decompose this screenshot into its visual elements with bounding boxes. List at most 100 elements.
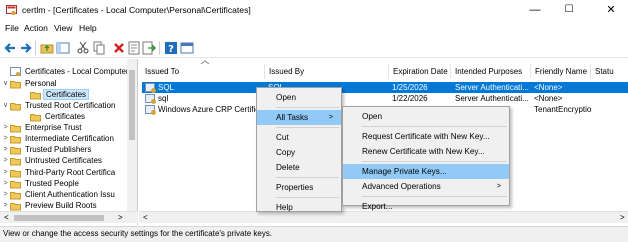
ctx-all-tasks-label: All Tasks	[276, 113, 309, 122]
toolbar-separator	[35, 41, 36, 55]
tree-item[interactable]: > Untrusted Certificates	[2, 155, 125, 166]
tree-item[interactable]: Certificates	[22, 89, 125, 100]
ctx-open[interactable]: Open	[257, 90, 341, 105]
tree-item-label: Untrusted Certificates	[25, 156, 102, 165]
tree-item[interactable]: ∨ Trusted Root Certification	[2, 100, 125, 111]
tree-item[interactable]: Certificates	[22, 111, 125, 122]
cell-issued-to: SQL	[158, 82, 175, 93]
console-icon[interactable]	[180, 41, 194, 55]
forward-icon[interactable]	[19, 41, 33, 55]
menu-help[interactable]: Help	[79, 23, 97, 33]
all-tasks-submenu: Open Request Certificate with New Key...…	[342, 106, 510, 211]
certificate-icon	[145, 94, 156, 104]
submenu-arrow-icon: >	[496, 183, 501, 190]
ctx-delete[interactable]: Delete	[257, 160, 341, 175]
sub-manage-private-keys[interactable]: Manage Private Keys...	[343, 164, 509, 179]
menu-file[interactable]: File	[5, 23, 19, 33]
menu-action[interactable]: Action	[24, 23, 48, 33]
sub-separator	[362, 126, 507, 127]
status-text: View or change the access security setti…	[3, 229, 273, 238]
tree-item[interactable]: > Trusted People	[2, 178, 125, 189]
ctx-cut[interactable]: Cut	[257, 130, 341, 145]
toolbar-separator	[159, 41, 160, 55]
scroll-right-arrow[interactable]: >	[118, 213, 123, 222]
ctx-all-tasks[interactable]: All Tasks >	[257, 110, 341, 125]
submenu-arrow-icon: >	[328, 114, 333, 121]
close-button[interactable]: ✕	[594, 0, 628, 21]
sub-open[interactable]: Open	[343, 109, 509, 124]
tree-item-label: Certificates	[43, 89, 90, 100]
tree-item[interactable]: > Intermediate Certification	[2, 133, 125, 144]
svg-text:?: ?	[168, 44, 174, 55]
properties-icon[interactable]	[127, 41, 141, 55]
help-icon[interactable]: ?	[164, 41, 178, 55]
scroll-left-arrow[interactable]: <	[4, 213, 9, 222]
cell-expiration-date: 1/22/2026	[392, 94, 428, 103]
tree-item[interactable]: > Preview Build Roots	[2, 200, 125, 211]
sub-advanced-operations[interactable]: Advanced Operations >	[343, 179, 509, 194]
export-icon[interactable]	[142, 41, 156, 55]
ctx-help[interactable]: Help	[257, 200, 341, 215]
tree-item-label: Client Authentication Issu	[25, 190, 115, 199]
column-friendly-name[interactable]: Friendly Name	[531, 64, 591, 79]
collapse-arrow-icon[interactable]: >	[2, 167, 9, 178]
show-hide-tree-icon[interactable]	[56, 41, 70, 55]
collapse-arrow-icon[interactable]: >	[2, 178, 9, 189]
scroll-right-arrow[interactable]: >	[620, 213, 625, 222]
expand-arrow-icon[interactable]: ∨	[2, 78, 9, 89]
copy-icon[interactable]	[92, 41, 106, 55]
collapse-arrow-icon[interactable]: >	[2, 133, 9, 144]
delete-icon[interactable]	[112, 41, 126, 55]
cell-issued-to: sql	[158, 94, 169, 103]
column-intended-purposes[interactable]: Intended Purposes	[451, 64, 531, 79]
column-status[interactable]: Statu	[591, 64, 628, 79]
ctx-separator	[276, 127, 339, 128]
certificate-icon	[145, 83, 156, 93]
cell-friendly-name: <None>	[534, 82, 563, 93]
tree-item[interactable]: > Enterprise Trust	[2, 122, 125, 133]
tree-item[interactable]: > Client Authentication Issu	[2, 189, 125, 200]
collapse-arrow-icon[interactable]: >	[2, 200, 9, 211]
sub-export[interactable]: Export...	[343, 199, 509, 214]
collapse-arrow-icon[interactable]: >	[2, 144, 9, 155]
window-title: certlm - [Certificates - Local Computer\…	[22, 5, 251, 15]
tree-hscroll-thumb[interactable]	[14, 215, 104, 221]
cell-friendly-name: TenantEncryptionC...	[534, 105, 592, 114]
tree-item-label: Trusted Publishers	[25, 145, 92, 154]
sub-request-cert-new-key[interactable]: Request Certificate with New Key...	[343, 129, 509, 144]
minimize-button[interactable]: —	[518, 0, 552, 21]
sort-indicator	[143, 62, 144, 63]
folder-icon	[10, 101, 21, 114]
context-menu: Open All Tasks > Cut Copy Delete Properti…	[256, 87, 342, 212]
ctx-copy[interactable]: Copy	[257, 145, 341, 160]
maximize-button[interactable]: ☐	[552, 0, 586, 21]
scroll-left-arrow[interactable]: <	[143, 213, 148, 222]
collapse-arrow-icon[interactable]: >	[2, 155, 9, 166]
collapse-arrow-icon[interactable]: >	[2, 189, 9, 200]
tree-item-label: Enterprise Trust	[25, 123, 82, 132]
menu-view[interactable]: View	[54, 23, 72, 33]
certlm-app-icon	[6, 5, 17, 16]
cut-icon[interactable]	[76, 41, 90, 55]
tree-item[interactable]: Certificates - Local Computer	[2, 66, 129, 77]
up-folder-icon[interactable]	[40, 41, 54, 55]
tree-item[interactable]: ∨ Personal	[2, 78, 125, 89]
sub-separator	[362, 196, 507, 197]
tree-horizontal-scrollbar[interactable]: < >	[0, 211, 138, 223]
tree-scroll-thumb[interactable]	[129, 70, 135, 140]
ctx-separator	[276, 177, 339, 178]
tree-item[interactable]: > Trusted Publishers	[2, 144, 125, 155]
back-icon[interactable]	[3, 41, 17, 55]
column-issued-by[interactable]: Issued By	[265, 64, 389, 79]
tree-item-label: Certificates - Local Computer	[25, 67, 129, 76]
tree-item[interactable]: > Third-Party Root Certifica	[2, 167, 125, 178]
ctx-properties[interactable]: Properties	[257, 180, 341, 195]
cell-issued-to: Windows Azure CRP Certificate	[158, 105, 263, 114]
column-issued-to[interactable]: Issued To	[141, 64, 265, 79]
certificate-icon	[145, 105, 156, 115]
tree-item-label: Trusted Root Certification	[25, 101, 116, 110]
column-expiration-date[interactable]: Expiration Date	[389, 64, 451, 79]
sub-renew-cert-new-key[interactable]: Renew Certificate with New Key...	[343, 144, 509, 159]
expand-arrow-icon[interactable]: ∨	[2, 100, 9, 111]
collapse-arrow-icon[interactable]: >	[2, 122, 9, 133]
